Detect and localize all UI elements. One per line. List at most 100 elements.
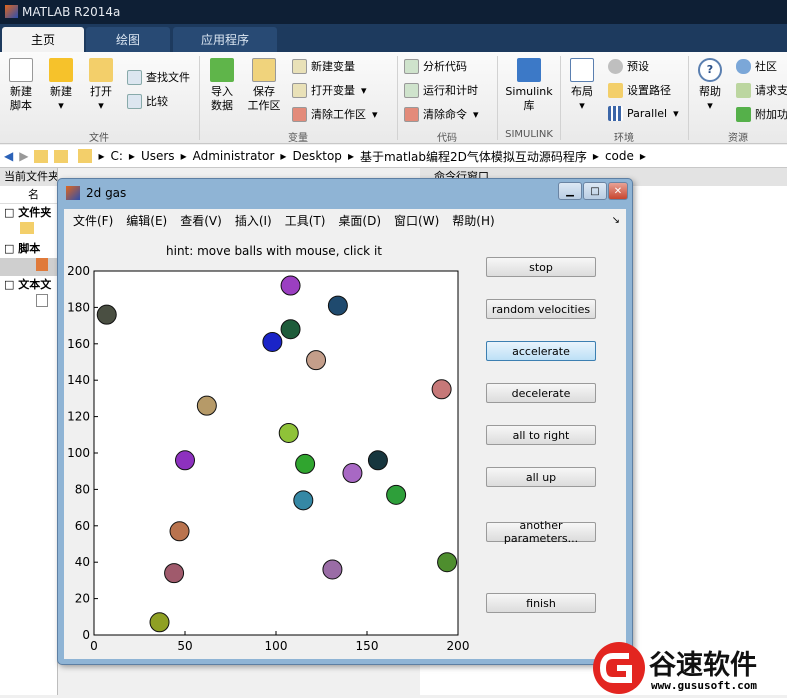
menu-tools[interactable]: 工具(T) bbox=[285, 212, 326, 229]
new-button[interactable]: 新建 ▾ bbox=[44, 58, 78, 113]
add-ons-button[interactable]: 附加功 bbox=[736, 106, 787, 122]
finish-button[interactable]: finish bbox=[486, 593, 596, 613]
y-tick-label: 160 bbox=[67, 337, 90, 351]
decelerate-button[interactable]: decelerate bbox=[486, 383, 596, 403]
new-script-icon bbox=[9, 58, 33, 82]
parallel-icon bbox=[608, 106, 623, 121]
path-segment[interactable]: code bbox=[605, 149, 634, 163]
gas-ball[interactable] bbox=[437, 552, 458, 573]
section-simulink-label: SIMULINK bbox=[505, 129, 553, 140]
new-script-button[interactable]: 新建 脚本 bbox=[4, 58, 38, 113]
path-segment[interactable]: Users bbox=[141, 149, 175, 163]
clear-workspace-button[interactable]: 清除工作区 ▾ bbox=[292, 106, 378, 122]
import-data-button[interactable]: 导入 数据 bbox=[205, 58, 239, 113]
y-tick-label: 200 bbox=[67, 264, 90, 278]
name-column-header[interactable]: 名 bbox=[0, 186, 57, 204]
clear-commands-button[interactable]: 清除命令 ▾ bbox=[404, 106, 479, 122]
all-up-button[interactable]: all up bbox=[486, 467, 596, 487]
path-segment[interactable]: Desktop bbox=[292, 149, 342, 163]
gas-ball[interactable] bbox=[278, 422, 299, 443]
y-tick-label: 20 bbox=[75, 592, 90, 606]
gas-ball[interactable] bbox=[280, 319, 301, 340]
find-files-button[interactable]: 查找文件 bbox=[127, 69, 190, 85]
script-item[interactable] bbox=[0, 258, 57, 276]
gas-ball[interactable] bbox=[280, 275, 301, 296]
gas-ball[interactable] bbox=[164, 563, 185, 584]
y-tick-label: 0 bbox=[82, 628, 90, 642]
folder-item[interactable] bbox=[0, 222, 57, 240]
gas-ball[interactable] bbox=[295, 453, 316, 474]
gear-icon bbox=[608, 58, 623, 74]
parallel-button[interactable]: Parallel ▾ bbox=[608, 106, 679, 121]
tab-home[interactable]: 主页 bbox=[2, 27, 84, 52]
menu-view[interactable]: 查看(V) bbox=[180, 212, 222, 229]
menu-window[interactable]: 窗口(W) bbox=[394, 212, 439, 229]
folders-group[interactable]: □ 文件夹 bbox=[0, 204, 57, 222]
menu-desktop[interactable]: 桌面(D) bbox=[338, 212, 381, 229]
y-tick-label: 80 bbox=[75, 482, 90, 496]
request-support-button[interactable]: 请求支 bbox=[736, 82, 787, 98]
save-workspace-button[interactable]: 保存 工作区 bbox=[245, 58, 283, 113]
gas-ball[interactable] bbox=[196, 395, 217, 416]
menu-help[interactable]: 帮助(H) bbox=[452, 212, 494, 229]
text-files-group[interactable]: □ 文本文 bbox=[0, 276, 57, 294]
app-title-bar: MATLAB R2014a bbox=[0, 0, 787, 24]
preferences-button[interactable]: 预设 bbox=[608, 58, 649, 74]
gas-plot[interactable]: hint: move balls with mouse, click it 0 5… bbox=[64, 231, 484, 659]
community-button[interactable]: 社区 bbox=[736, 58, 777, 74]
open-button[interactable]: 打开 ▾ bbox=[84, 58, 118, 113]
accelerate-button[interactable]: accelerate bbox=[486, 341, 596, 361]
tab-plots[interactable]: 绘图 bbox=[86, 27, 170, 52]
back-arrow-icon[interactable]: ◀ bbox=[4, 149, 13, 163]
axes-box[interactable] bbox=[93, 270, 459, 636]
close-button[interactable]: ✕ bbox=[608, 182, 628, 200]
minimize-icon: ▁ bbox=[566, 185, 574, 197]
tab-apps[interactable]: 应用程序 bbox=[173, 27, 277, 52]
another-parameters-button[interactable]: another parameters... bbox=[486, 519, 596, 545]
gas-ball[interactable] bbox=[342, 463, 363, 484]
text-file-icon bbox=[36, 294, 48, 307]
gas-ball[interactable] bbox=[322, 559, 343, 580]
ribbon-divider bbox=[199, 56, 200, 140]
gas-ball[interactable] bbox=[175, 450, 195, 471]
ribbon-divider bbox=[397, 56, 398, 140]
analyze-code-button[interactable]: 分析代码 bbox=[404, 58, 467, 74]
browse-folder-icon[interactable] bbox=[54, 149, 69, 163]
all-to-right-button[interactable]: all to right bbox=[486, 425, 596, 445]
minimize-button[interactable]: ▁ bbox=[558, 182, 582, 200]
path-segment[interactable]: Administrator bbox=[193, 149, 275, 163]
layout-button[interactable]: 布局 ▾ bbox=[565, 58, 599, 113]
gas-ball[interactable] bbox=[386, 484, 407, 505]
gas-ball[interactable] bbox=[169, 521, 190, 542]
text-file-item[interactable] bbox=[0, 294, 57, 312]
gas-ball[interactable] bbox=[96, 304, 117, 325]
compare-button[interactable]: 比较 bbox=[127, 93, 168, 109]
set-path-button[interactable]: 设置路径 bbox=[608, 82, 671, 98]
maximize-button[interactable]: □ bbox=[583, 182, 607, 200]
help-button[interactable]: ? 帮助 ▾ bbox=[694, 58, 726, 113]
simulink-library-button[interactable]: Simulink 库 bbox=[501, 58, 557, 113]
dock-arrow-icon[interactable]: ↘ bbox=[612, 215, 620, 226]
find-files-icon bbox=[127, 69, 142, 85]
gas-ball[interactable] bbox=[327, 295, 348, 316]
path-segment[interactable]: 基于matlab编程2D气体模拟互动源码程序 bbox=[360, 148, 587, 165]
path-segment[interactable]: C: bbox=[111, 149, 123, 163]
menu-edit[interactable]: 编辑(E) bbox=[126, 212, 167, 229]
scripts-group[interactable]: □ 脚本 bbox=[0, 240, 57, 258]
menu-file[interactable]: 文件(F) bbox=[73, 212, 113, 229]
gas-ball[interactable] bbox=[306, 350, 327, 371]
gas-ball[interactable] bbox=[149, 612, 170, 633]
gas-ball[interactable] bbox=[262, 331, 283, 352]
figure-title-bar[interactable]: 2d gas bbox=[58, 179, 632, 206]
menu-insert[interactable]: 插入(I) bbox=[235, 212, 272, 229]
new-variable-button[interactable]: 新建变量 bbox=[292, 58, 355, 74]
open-variable-button[interactable]: 打开变量 ▾ bbox=[292, 82, 367, 98]
random-velocities-button[interactable]: random velocities bbox=[486, 299, 596, 319]
gas-ball[interactable] bbox=[293, 490, 314, 511]
up-folder-icon[interactable] bbox=[34, 149, 49, 163]
run-and-time-button[interactable]: 运行和计时 bbox=[404, 82, 478, 98]
gas-ball[interactable] bbox=[367, 450, 388, 471]
stop-button[interactable]: stop bbox=[486, 257, 596, 277]
forward-arrow-icon[interactable]: ▶ bbox=[19, 149, 28, 163]
gas-ball[interactable] bbox=[431, 379, 452, 400]
